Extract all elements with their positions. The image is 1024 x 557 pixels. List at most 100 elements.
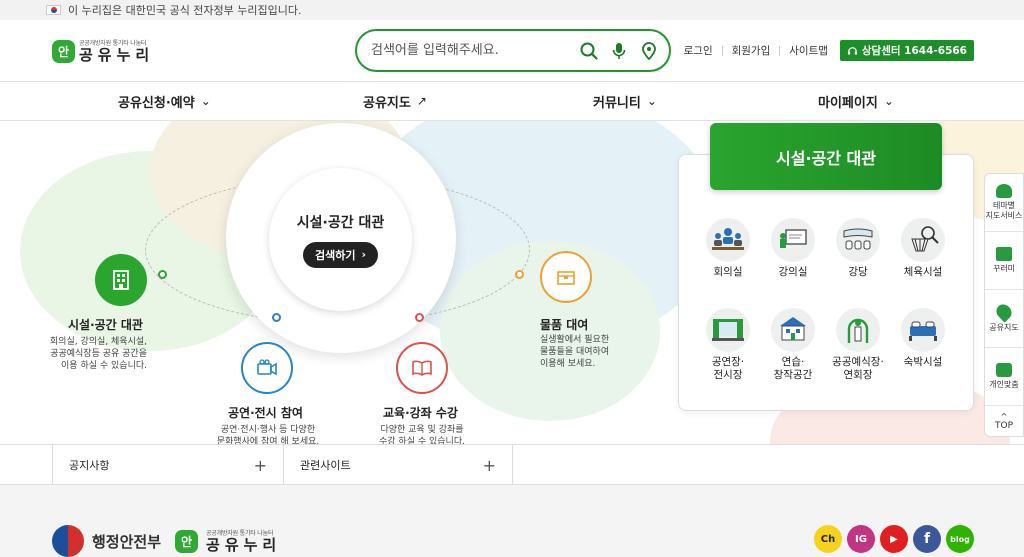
facility-label: 체육시설 (903, 266, 943, 278)
facility-auditorium[interactable]: 강당 (827, 218, 889, 279)
desc-line: 공공예식장등 공유 공간을 (50, 349, 147, 359)
scroll-top-button[interactable]: ^ TOP (985, 406, 1023, 436)
blog-icon[interactable]: blog (946, 525, 974, 553)
search-now-label: 검색하기 (314, 248, 356, 262)
related-sites-accordion[interactable]: 관련사이트 + (283, 445, 513, 485)
center-circle: 시설·공간 대관 검색하기 › (269, 168, 412, 311)
orbit-dot (515, 270, 524, 279)
youtube-icon[interactable]: ▶ (880, 525, 908, 553)
callcenter-button[interactable]: 상담센터 1644-6566 (839, 40, 974, 61)
nav-label: 공유신청·예약 (118, 95, 195, 111)
notice-accordion[interactable]: 공지사항 + (52, 445, 283, 485)
facility-lodging[interactable]: 숙박시설 (892, 308, 954, 369)
sports-facility-icon (901, 218, 945, 262)
gov-notice-bar: 이 누리집은 대한민국 공식 전자정부 누리집입니다. (0, 0, 1024, 20)
facility-lecture-room[interactable]: 강의실 (762, 218, 824, 279)
divider (721, 45, 723, 56)
divider (779, 45, 781, 56)
stage-icon (706, 308, 750, 352)
facility-label: 숙박시설 (903, 356, 943, 368)
sitemap-link[interactable]: 사이트맵 (789, 43, 828, 58)
kakao-channel-icon[interactable]: Ch (814, 525, 842, 553)
hero-section: 시설·공간 대관 검색하기 › 시설·공간 대관 회의실, 강의실, 체육시설,… (0, 121, 1024, 444)
feature-title: 물품 대여 (540, 318, 589, 332)
microphone-icon[interactable] (609, 41, 629, 61)
facebook-icon[interactable]: f (913, 525, 941, 553)
feature-description: 실생활에서 필요한 물품들을 대여하여 이용해 보세요. (540, 334, 640, 370)
facility-practice-space[interactable]: 연습· 창작공간 (762, 308, 824, 382)
ministry-name: 행정안전부 (92, 532, 162, 551)
book-icon (412, 360, 432, 376)
chevron-down-icon: ⌄ (200, 94, 211, 108)
desc-line: 회의실, 강의실, 체육시설, (49, 337, 147, 347)
nav-label: 커뮤니티 (593, 95, 641, 111)
feature-title: 시설·공간 대관 (68, 318, 143, 332)
site-logo[interactable]: 안 공공개방자원 통기타 나눔터 공유누리 (52, 38, 154, 64)
top-label: TOP (994, 420, 1013, 431)
feature-facility-rental[interactable] (95, 254, 147, 306)
plus-icon: + (482, 455, 496, 475)
facility-label: 공연장· 전시장 (712, 356, 744, 382)
search-input[interactable] (371, 43, 579, 58)
facility-panel-title: 시설·공간 대관 (710, 123, 942, 190)
logo-badge-icon: 안 (52, 39, 75, 63)
desc-line: 다양한 교육 및 강좌를 (380, 425, 464, 435)
theme-map-icon (996, 184, 1012, 198)
desc-line: 물품들을 대여하여 (540, 347, 610, 357)
lodging-icon (901, 308, 945, 352)
camera-icon (257, 359, 277, 376)
main-navigation: 공유신청·예약 ⌄ 공유지도 ↗ 커뮤니티 ⌄ 마이페이지 ⌄ (0, 82, 1024, 121)
quick-label: 개인맞춤 (989, 380, 1019, 389)
chevron-down-icon: ⌄ (646, 94, 657, 108)
login-link[interactable]: 로그인 (684, 43, 713, 58)
quick-label: 공유지도 (989, 323, 1019, 332)
location-pin-icon[interactable] (639, 41, 659, 61)
facility-stage[interactable]: 공연장· 전시장 (697, 308, 759, 382)
nav-share-request[interactable]: 공유신청·예약 ⌄ (118, 82, 211, 120)
quick-share-map[interactable]: 공유지도 (985, 290, 1023, 348)
feature-description: 회의실, 강의실, 체육시설, 공공예식장등 공유 공간을 이용 하실 수 있습… (46, 336, 147, 372)
quick-theme-map[interactable]: 테마별 지도서비스 (985, 174, 1023, 232)
footer: 행정안전부 안 공공개방자원 통기타 나눔터 공유누리 Ch IG ▶ f bl… (0, 485, 1024, 557)
facility-meeting-room[interactable]: 회의실 (697, 218, 759, 279)
quick-package[interactable]: 꾸러미 (985, 232, 1023, 290)
desc-line: 수강 하실 수 있습니다. (379, 437, 465, 444)
callcenter-label: 상담센터 1644-6566 (861, 45, 967, 57)
feature-performance[interactable] (241, 342, 293, 394)
facility-label-text: 공공예식장· 연회장 (832, 356, 884, 381)
nav-label: 마이페이지 (818, 95, 878, 111)
wedding-hall-icon (836, 308, 880, 352)
facility-label-text: 연습· 창작공간 (773, 356, 813, 381)
gov-notice-text: 이 누리집은 대한민국 공식 전자정부 누리집입니다. (68, 4, 302, 17)
feature-title: 교육·강좌 수강 (383, 406, 458, 420)
desc-line: 이용해 보세요. (540, 359, 596, 369)
feature-education[interactable] (396, 342, 448, 394)
instagram-icon[interactable]: IG (847, 525, 875, 553)
signup-link[interactable]: 회원가입 (732, 43, 771, 58)
search-icon[interactable] (579, 41, 599, 61)
facility-wedding-hall[interactable]: 공공예식장· 연회장 (827, 308, 889, 382)
facility-sports[interactable]: 체육시설 (892, 218, 954, 279)
building-icon (113, 270, 129, 290)
search-now-button[interactable]: 검색하기 › (302, 241, 379, 268)
logo-badge-icon: 안 (175, 529, 199, 553)
social-links: Ch IG ▶ f blog (814, 525, 974, 553)
chevron-right-icon: › (361, 248, 367, 261)
feature-description: 공연·전시·행사 등 다양한 문화행사에 참여 해 보세요. (212, 424, 324, 444)
feature-item-rental[interactable] (540, 251, 592, 303)
quick-personal[interactable]: 개인맞춤 (985, 348, 1023, 406)
nav-mypage[interactable]: 마이페이지 ⌄ (818, 82, 894, 120)
plus-icon: + (253, 455, 267, 475)
headset-icon (847, 47, 857, 55)
nav-community[interactable]: 커뮤니티 ⌄ (593, 82, 657, 120)
nav-label: 공유지도 (363, 95, 411, 111)
feature-title: 공연·전시 참여 (228, 406, 303, 420)
auditorium-icon (836, 218, 880, 262)
nav-share-map[interactable]: 공유지도 ↗ (363, 82, 427, 120)
korea-flag-icon (46, 5, 61, 15)
facility-label: 회의실 (713, 266, 743, 278)
facility-label: 공공예식장· 연회장 (832, 356, 884, 382)
utility-menu: 로그인 회원가입 사이트맵 상담센터 1644-6566 (684, 40, 974, 61)
center-title: 시설·공간 대관 (296, 214, 385, 231)
desc-line: 이용 하실 수 있습니다. (61, 361, 147, 371)
